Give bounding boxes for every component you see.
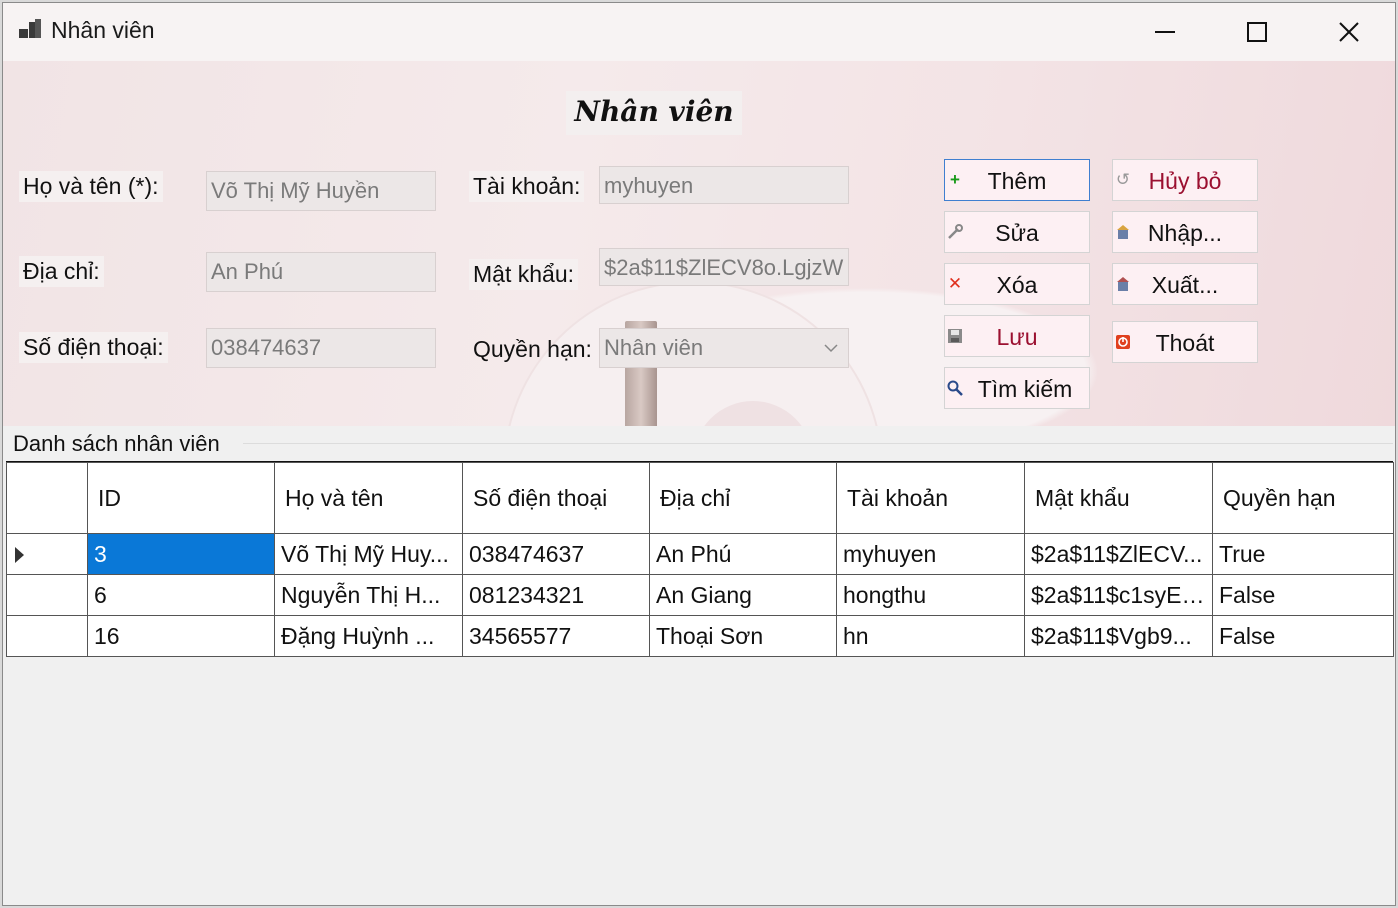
table-cell[interactable]: 038474637 xyxy=(462,533,650,575)
table-cell[interactable]: 34565577 xyxy=(462,615,650,657)
app-icon xyxy=(19,19,41,41)
role-combobox-value: Nhân viên xyxy=(604,335,704,360)
table-cell[interactable]: False xyxy=(1212,574,1394,616)
table-cell[interactable]: Thoại Sơn xyxy=(649,615,837,657)
table-cell[interactable]: Võ Thị Mỹ Huy... xyxy=(274,533,463,575)
table-cell[interactable]: $2a$11$ZlECV... xyxy=(1024,533,1213,575)
cancel-button[interactable]: ↺ Hủy bỏ xyxy=(1112,159,1258,201)
column-header-fullname[interactable]: Họ và tên xyxy=(274,462,463,534)
table-cell[interactable]: $2a$11$Vgb9... xyxy=(1024,615,1213,657)
phone-label: Số điện thoại: xyxy=(19,332,168,363)
password-field[interactable]: $2a$11$ZlECV8o.LgjzW xyxy=(599,248,849,286)
group-divider xyxy=(243,443,1393,444)
window-title: Nhân viên xyxy=(51,17,155,43)
row-header-corner[interactable] xyxy=(6,462,88,534)
address-field[interactable]: An Phú xyxy=(206,252,436,292)
table-row[interactable]: 16 Đặng Huỳnh ... 34565577 Thoại Sơn hn … xyxy=(6,615,1394,657)
column-header-phone[interactable]: Số điện thoại xyxy=(462,462,650,534)
table-cell[interactable]: 16 xyxy=(87,615,275,657)
password-label: Mật khẩu: xyxy=(469,259,578,290)
table-cell[interactable]: $2a$11$c1syEt... xyxy=(1024,574,1213,616)
search-button[interactable]: Tìm kiếm xyxy=(944,367,1090,409)
column-header-id[interactable]: ID xyxy=(87,462,275,534)
column-header-address[interactable]: Địa chỉ xyxy=(649,462,837,534)
table-cell[interactable]: An Phú xyxy=(649,533,837,575)
edit-button[interactable]: Sửa xyxy=(944,211,1090,253)
table-cell[interactable]: 081234321 xyxy=(462,574,650,616)
table-cell[interactable]: 6 xyxy=(87,574,275,616)
title-bar: Nhân viên xyxy=(3,3,1395,61)
account-label: Tài khoản: xyxy=(469,171,585,202)
row-header[interactable] xyxy=(6,615,88,657)
table-cell[interactable]: hn xyxy=(836,615,1025,657)
fullname-field[interactable]: Võ Thị Mỹ Huyền xyxy=(206,171,436,211)
employee-list-group-title: Danh sách nhân viên xyxy=(13,431,220,456)
current-row-arrow-icon xyxy=(15,547,24,563)
search-button-label: Tìm kiếm xyxy=(977,376,1073,402)
save-button[interactable]: Lưu xyxy=(944,315,1090,357)
table-row[interactable]: 6 Nguyễn Thị H... 081234321 An Giang hon… xyxy=(6,574,1394,616)
address-label: Địa chỉ: xyxy=(19,256,104,287)
employee-table: ID Họ và tên Số điện thoại Địa chỉ Tài k… xyxy=(6,462,1394,657)
row-header[interactable] xyxy=(6,574,88,616)
delete-button-label: Xóa xyxy=(996,272,1038,298)
add-button[interactable]: + Thêm xyxy=(944,159,1090,201)
account-field[interactable]: myhuyen xyxy=(599,166,849,204)
column-header-role[interactable]: Quyền hạn xyxy=(1212,462,1394,534)
cancel-button-label: Hủy bỏ xyxy=(1148,168,1222,194)
role-combobox[interactable]: Nhân viên xyxy=(599,328,849,368)
edit-button-label: Sửa xyxy=(995,220,1039,246)
export-button[interactable]: Xuất... xyxy=(1112,263,1258,305)
form-heading: Nhân viên xyxy=(574,95,734,128)
row-header-selected[interactable] xyxy=(6,533,88,575)
table-cell[interactable]: 3 xyxy=(87,533,275,575)
chevron-down-icon[interactable] xyxy=(814,329,848,367)
employee-data-grid[interactable]: ID Họ và tên Số điện thoại Địa chỉ Tài k… xyxy=(6,461,1394,902)
table-cell[interactable]: True xyxy=(1212,533,1394,575)
import-button[interactable]: Nhập... xyxy=(1112,211,1258,253)
table-row[interactable]: 3 Võ Thị Mỹ Huy... 038474637 An Phú myhu… xyxy=(6,533,1394,575)
table-header-row: ID Họ và tên Số điện thoại Địa chỉ Tài k… xyxy=(6,462,1394,534)
minimize-icon xyxy=(1155,31,1175,33)
phone-field[interactable]: 038474637 xyxy=(206,328,436,368)
role-label: Quyền hạn: xyxy=(473,336,592,362)
close-button[interactable] xyxy=(1303,3,1395,61)
save-button-label: Lưu xyxy=(996,324,1038,350)
employee-window: Nhân viên Nhân viên Họ và tên (*): Địa c… xyxy=(2,2,1396,906)
close-icon xyxy=(1339,22,1359,42)
table-cell[interactable]: myhuyen xyxy=(836,533,1025,575)
export-button-label: Xuất... xyxy=(1151,272,1219,298)
table-cell[interactable]: Nguyễn Thị H... xyxy=(274,574,463,616)
table-cell[interactable]: Đặng Huỳnh ... xyxy=(274,615,463,657)
import-button-label: Nhập... xyxy=(1147,220,1223,246)
form-heading-box: Nhân viên xyxy=(566,91,742,135)
add-button-label: Thêm xyxy=(987,168,1047,194)
column-header-account[interactable]: Tài khoản xyxy=(836,462,1025,534)
maximize-icon xyxy=(1247,22,1267,42)
column-header-password[interactable]: Mật khẩu xyxy=(1024,462,1213,534)
exit-button[interactable]: Thoát xyxy=(1112,321,1258,363)
maximize-button[interactable] xyxy=(1211,3,1303,61)
minimize-button[interactable] xyxy=(1119,3,1211,61)
exit-button-label: Thoát xyxy=(1155,330,1215,356)
form-panel: Nhân viên Họ và tên (*): Địa chỉ: Số điệ… xyxy=(3,61,1395,426)
table-cell[interactable]: False xyxy=(1212,615,1394,657)
fullname-label: Họ và tên (*): xyxy=(19,171,163,202)
table-cell[interactable]: hongthu xyxy=(836,574,1025,616)
delete-button[interactable]: ✕ Xóa xyxy=(944,263,1090,305)
table-cell[interactable]: An Giang xyxy=(649,574,837,616)
